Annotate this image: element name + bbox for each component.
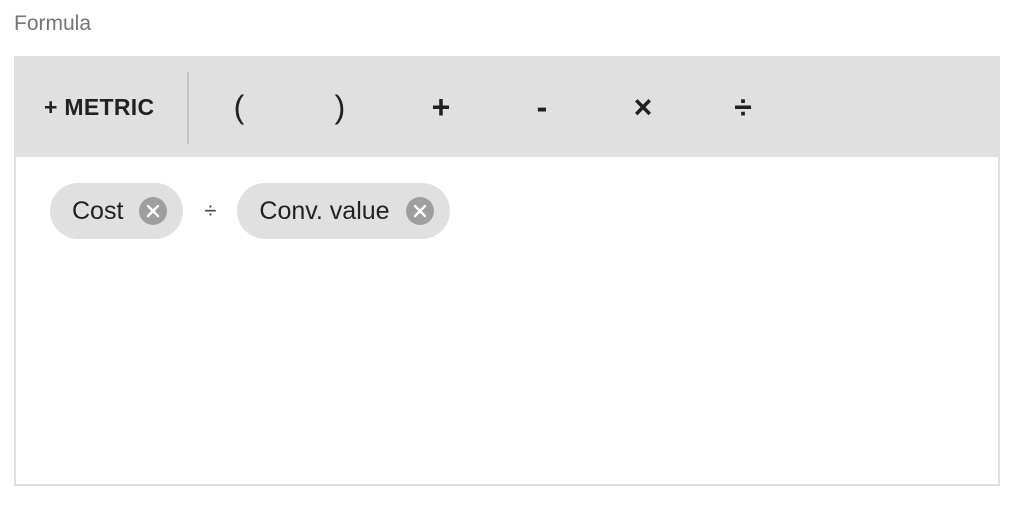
close-x-glyph	[413, 204, 426, 218]
close-x-glyph	[147, 204, 160, 218]
divide-button[interactable]: ÷	[713, 58, 773, 157]
formula-toolbar: + METRIC ( ) + - × ÷	[16, 58, 998, 157]
expression-operator: ÷	[204, 198, 217, 223]
add-metric-button[interactable]: + METRIC	[44, 58, 160, 157]
chip-label: Cost	[72, 196, 124, 225]
close-circle-icon[interactable]	[405, 197, 434, 225]
metric-chip-cost[interactable]: Cost	[50, 183, 184, 239]
close-paren-button[interactable]: )	[310, 58, 370, 157]
toolbar-divider	[187, 72, 189, 144]
multiply-button[interactable]: ×	[613, 58, 673, 157]
formula-label: Formula	[14, 12, 92, 35]
plus-button[interactable]: +	[411, 58, 471, 157]
close-circle-icon[interactable]	[139, 197, 168, 225]
minus-button[interactable]: -	[512, 58, 572, 157]
formula-expression: Cost ÷ Conv. value	[50, 183, 450, 239]
formula-editor[interactable]: + METRIC ( ) + - × ÷ Cost ÷ Conv. value	[14, 56, 1000, 486]
open-paren-button[interactable]: (	[209, 58, 269, 157]
metric-chip-conv-value[interactable]: Conv. value	[237, 183, 450, 239]
chip-label: Conv. value	[259, 196, 390, 225]
